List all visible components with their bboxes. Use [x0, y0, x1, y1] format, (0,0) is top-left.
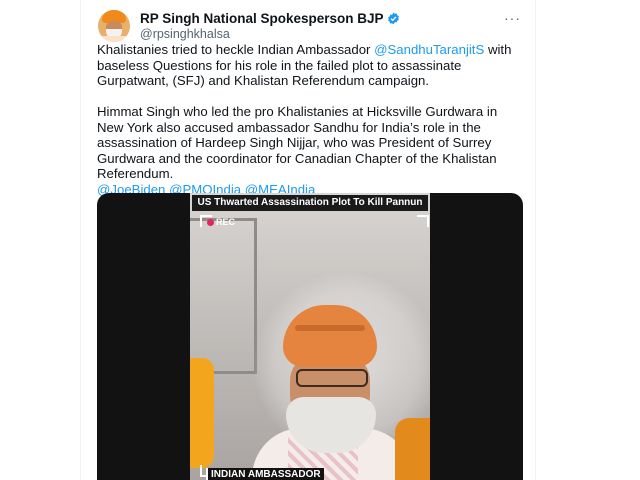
video-player[interactable]: US Thwarted Assassination Plot To Kill P…: [97, 193, 523, 480]
avatar[interactable]: [98, 10, 130, 42]
more-options-icon[interactable]: ···: [504, 10, 521, 26]
verified-badge-icon: [387, 12, 399, 25]
tweet-paragraph-2: Himmat Singh who led the pro Khalistanie…: [97, 104, 498, 181]
rec-indicator: REC: [207, 217, 235, 227]
viewfinder-corner-tr: [417, 215, 429, 227]
mention-sandhu-link[interactable]: @SandhuTaranjitS: [374, 42, 484, 57]
orange-cloth-right: [395, 418, 430, 480]
tweet-paragraph-1: Khalistanies tried to heckle Indian Amba…: [97, 42, 521, 89]
rec-label: REC: [216, 217, 236, 227]
person-glasses: [296, 369, 368, 387]
video-frame: [190, 193, 430, 480]
author-name[interactable]: RP Singh National Spokesperson BJP: [140, 11, 384, 26]
window-frame: [190, 218, 257, 374]
video-caption: INDIAN AMBASSADOR: [206, 468, 324, 480]
right-margin: [560, 0, 640, 480]
author-handle[interactable]: @rpsinghkhalsa: [140, 27, 230, 41]
author-row: RP Singh National Spokesperson BJP: [140, 11, 400, 26]
tweet-text: Khalistanies tried to heckle Indian Amba…: [97, 42, 521, 197]
video-banner-title: US Thwarted Assassination Plot To Kill P…: [192, 195, 428, 211]
tweet-text-p1a: Khalistanies tried to heckle Indian Amba…: [97, 42, 375, 57]
orange-cloth-left: [190, 358, 214, 468]
record-dot-icon: [207, 218, 214, 226]
left-margin: [0, 0, 80, 480]
tweet-card[interactable]: RP Singh National Spokesperson BJP @rpsi…: [80, 0, 536, 480]
